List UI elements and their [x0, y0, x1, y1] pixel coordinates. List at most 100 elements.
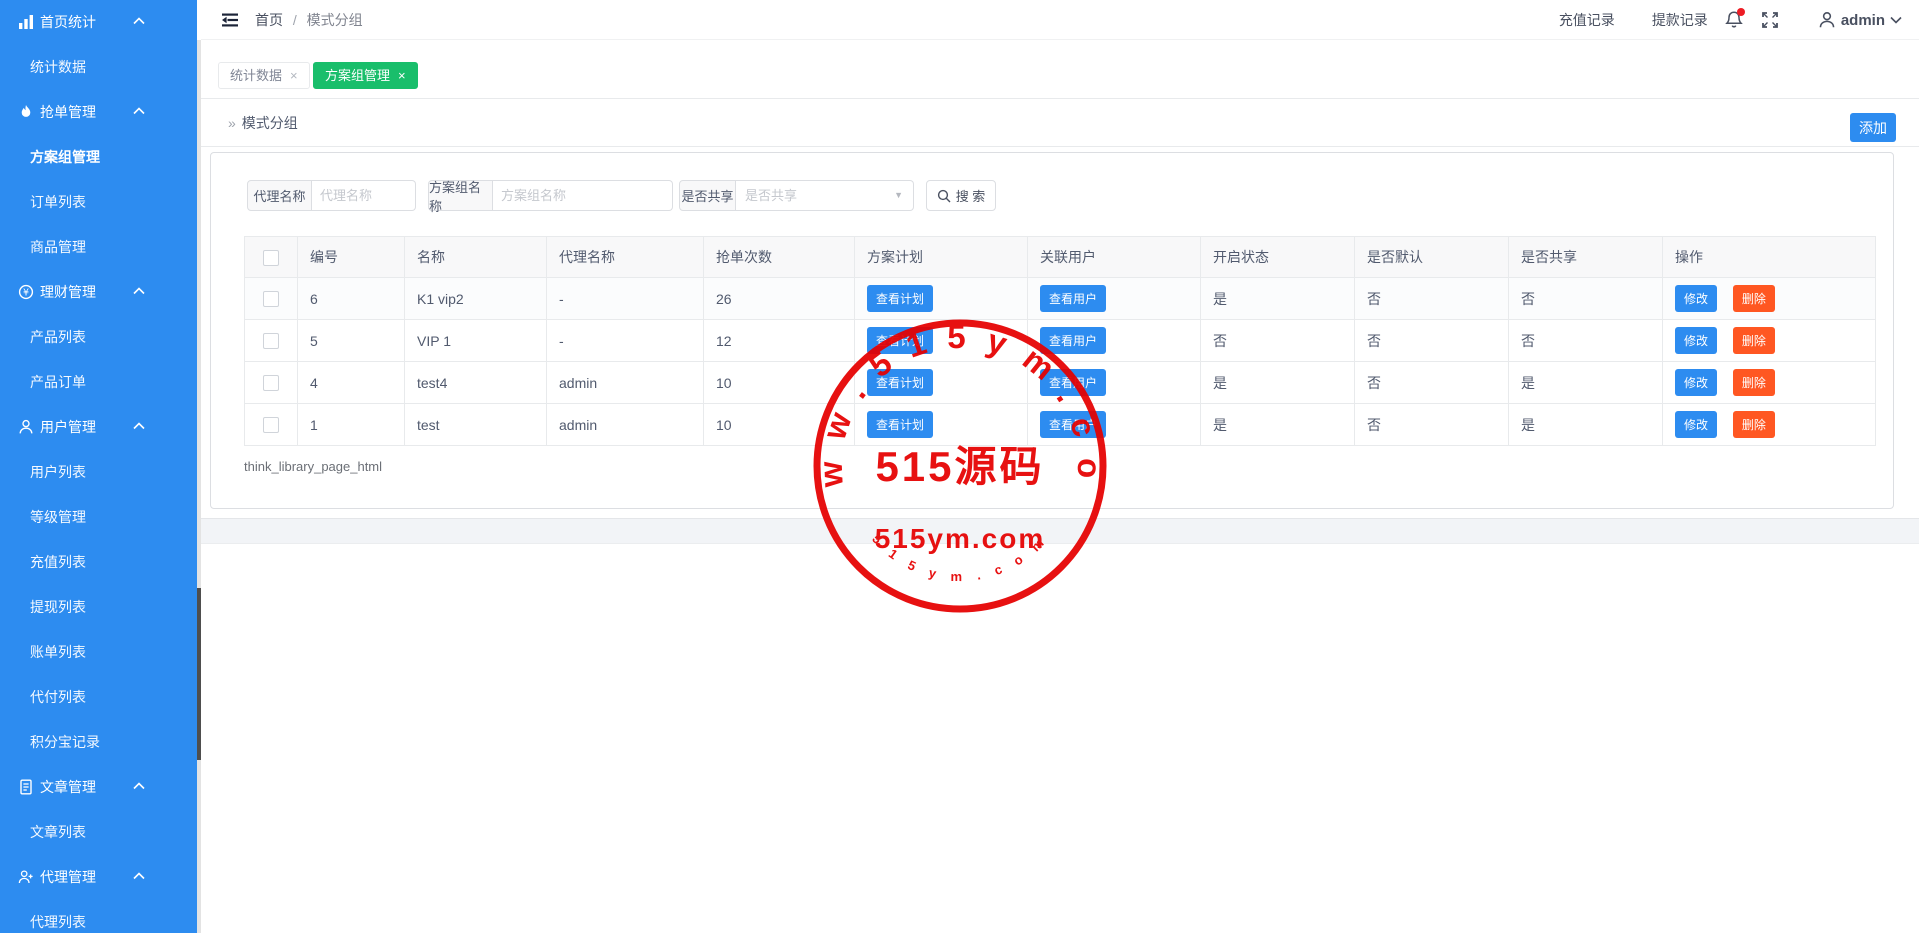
- sidebar-item-stats-data[interactable]: 统计数据: [0, 45, 197, 90]
- is-shared-label: 是否共享: [679, 180, 736, 211]
- row-checkbox[interactable]: [263, 291, 279, 307]
- sidebar-item-product-list[interactable]: 产品列表: [0, 315, 197, 360]
- page-background-bottom: [201, 544, 1919, 906]
- column-header-linked-users: 关联用户: [1028, 237, 1201, 278]
- chevron-up-icon: [133, 17, 145, 25]
- cell-id: 1: [298, 404, 405, 446]
- sidebar-section-finance[interactable]: ¥ 理财管理: [0, 270, 197, 315]
- sidebar-item-product-orders[interactable]: 产品订单: [0, 360, 197, 405]
- view-users-button[interactable]: 查看用户: [1040, 327, 1106, 354]
- sidebar-item-product-management[interactable]: 商品管理: [0, 225, 197, 270]
- data-table: 编号 名称 代理名称 抢单次数 方案计划 关联用户 开启状态 是否默认 是否共享…: [244, 236, 1875, 446]
- cell-enabled: 是: [1201, 362, 1355, 404]
- column-header-default: 是否默认: [1355, 237, 1509, 278]
- view-users-button[interactable]: 查看用户: [1040, 285, 1106, 312]
- sidebar-item-points-records[interactable]: 积分宝记录: [0, 720, 197, 765]
- recharge-records-link[interactable]: 充值记录: [1559, 10, 1615, 30]
- user-menu[interactable]: admin: [1818, 11, 1902, 29]
- sidebar-section-home-stats[interactable]: 首页统计: [0, 0, 197, 45]
- delete-button[interactable]: 删除: [1733, 285, 1775, 312]
- sidebar-item-payment-list[interactable]: 代付列表: [0, 675, 197, 720]
- row-checkbox[interactable]: [263, 333, 279, 349]
- cell-id: 4: [298, 362, 405, 404]
- cell-name: test: [405, 404, 547, 446]
- group-name-input[interactable]: [493, 180, 673, 211]
- sidebar-item-plan-group-management[interactable]: 方案组管理: [0, 135, 197, 180]
- add-button[interactable]: 添加: [1850, 113, 1896, 142]
- edit-button[interactable]: 修改: [1675, 369, 1717, 396]
- app-root: 首页统计 统计数据 抢单管理 方案组管理 订单列表 商品管理: [0, 0, 1919, 933]
- template-footer-note: think_library_page_html: [244, 459, 382, 474]
- tab-label: 统计数据: [230, 68, 282, 83]
- view-plan-button[interactable]: 查看计划: [867, 369, 933, 396]
- column-header-shared: 是否共享: [1509, 237, 1663, 278]
- sidebar-scrollbar[interactable]: [197, 40, 201, 933]
- cell-enabled: 是: [1201, 404, 1355, 446]
- column-header-actions: 操作: [1663, 237, 1876, 278]
- edit-button[interactable]: 修改: [1675, 285, 1717, 312]
- row-checkbox[interactable]: [263, 417, 279, 433]
- group-name-label: 方案组名称: [428, 180, 493, 211]
- sidebar-item-recharge-list[interactable]: 充值列表: [0, 540, 197, 585]
- sidebar-item-withdraw-list[interactable]: 提现列表: [0, 585, 197, 630]
- top-header: 首页 / 模式分组 充值记录 提款记录 admin: [201, 0, 1919, 40]
- agent-name-input[interactable]: [312, 180, 416, 211]
- cell-name: test4: [405, 362, 547, 404]
- search-button[interactable]: 搜 索: [926, 180, 996, 211]
- search-icon: [937, 189, 951, 203]
- delete-button[interactable]: 删除: [1733, 411, 1775, 438]
- sidebar-section-grab-orders[interactable]: 抢单管理: [0, 90, 197, 135]
- delete-button[interactable]: 删除: [1733, 369, 1775, 396]
- column-header-name: 名称: [405, 237, 547, 278]
- edit-button[interactable]: 修改: [1675, 327, 1717, 354]
- agent-icon: [18, 869, 34, 885]
- column-header-plan: 方案计划: [855, 237, 1028, 278]
- topbar-right: 充值记录 提款记录 admin: [1559, 0, 1902, 40]
- column-header-enabled: 开启状态: [1201, 237, 1355, 278]
- notification-bell-icon[interactable]: [1724, 10, 1744, 30]
- cell-default: 否: [1355, 404, 1509, 446]
- notification-dot: [1737, 8, 1745, 16]
- cell-shared: 否: [1509, 320, 1663, 362]
- fullscreen-icon[interactable]: [1761, 11, 1779, 29]
- cell-shared: 否: [1509, 278, 1663, 320]
- is-shared-select[interactable]: 是否共享 ▼: [736, 180, 914, 211]
- view-plan-button[interactable]: 查看计划: [867, 285, 933, 312]
- table-row: 6 K1 vip2 - 26 查看计划 查看用户 是 否 否 修改: [245, 278, 1876, 320]
- sidebar-item-level-management[interactable]: 等级管理: [0, 495, 197, 540]
- username-label: admin: [1841, 12, 1885, 29]
- close-icon[interactable]: ×: [398, 68, 406, 83]
- row-checkbox[interactable]: [263, 375, 279, 391]
- sidebar-item-user-list[interactable]: 用户列表: [0, 450, 197, 495]
- sidebar-item-order-list[interactable]: 订单列表: [0, 180, 197, 225]
- cell-name: K1 vip2: [405, 278, 547, 320]
- view-users-button[interactable]: 查看用户: [1040, 369, 1106, 396]
- sidebar-item-bill-list[interactable]: 账单列表: [0, 630, 197, 675]
- delete-button[interactable]: 删除: [1733, 327, 1775, 354]
- cell-id: 5: [298, 320, 405, 362]
- select-all-checkbox[interactable]: [263, 250, 279, 266]
- menu-collapse-icon[interactable]: [221, 11, 239, 29]
- sidebar-item-article-list[interactable]: 文章列表: [0, 810, 197, 855]
- svg-text:¥: ¥: [23, 287, 29, 298]
- cell-enabled: 否: [1201, 320, 1355, 362]
- article-icon: [18, 779, 34, 795]
- sidebar-scrollbar-thumb[interactable]: [197, 588, 201, 760]
- sidebar-section-articles[interactable]: 文章管理: [0, 765, 197, 810]
- chevron-up-icon: [133, 782, 145, 790]
- edit-button[interactable]: 修改: [1675, 411, 1717, 438]
- tab-plan-group-management[interactable]: 方案组管理×: [313, 62, 418, 89]
- withdraw-records-link[interactable]: 提款记录: [1652, 10, 1708, 30]
- main-area: 首页 / 模式分组 充值记录 提款记录 admin: [201, 0, 1919, 933]
- view-users-button[interactable]: 查看用户: [1040, 411, 1106, 438]
- close-icon[interactable]: ×: [290, 68, 298, 83]
- breadcrumb-home[interactable]: 首页: [255, 12, 283, 28]
- view-plan-button[interactable]: 查看计划: [867, 411, 933, 438]
- sidebar-item-agent-list[interactable]: 代理列表: [0, 900, 197, 933]
- column-header-grab-count: 抢单次数: [704, 237, 855, 278]
- tab-stats-data[interactable]: 统计数据 ×: [218, 62, 310, 89]
- sidebar-section-users[interactable]: 用户管理: [0, 405, 197, 450]
- select-placeholder: 是否共享: [745, 181, 797, 210]
- sidebar-section-agents[interactable]: 代理管理: [0, 855, 197, 900]
- view-plan-button[interactable]: 查看计划: [867, 327, 933, 354]
